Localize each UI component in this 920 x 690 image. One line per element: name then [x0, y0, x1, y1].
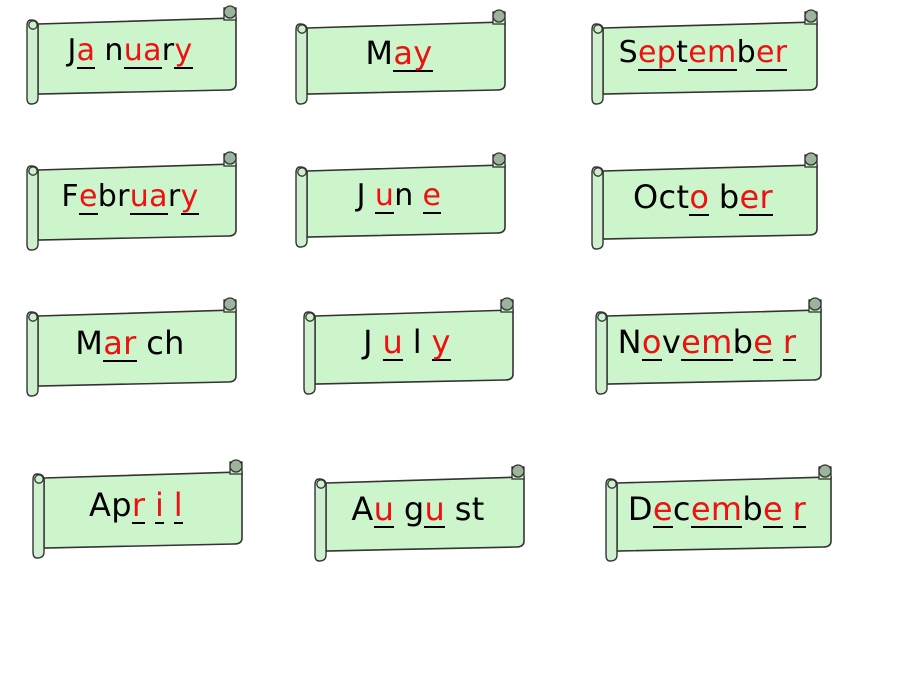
scroll-shape	[591, 9, 818, 105]
scroll-roll-left	[32, 473, 45, 559]
banner-sheet	[37, 17, 237, 95]
banner-sheet	[602, 164, 818, 240]
scroll-curl-left-icon	[297, 24, 307, 34]
scroll-roll-left	[26, 311, 39, 397]
scroll-shape	[295, 9, 506, 105]
scroll-banner-july[interactable]: J u l y	[301, 297, 514, 395]
scroll-knob-right-icon	[500, 297, 514, 311]
scroll-shape	[26, 297, 237, 397]
scroll-roll-left	[295, 166, 308, 248]
banner-sheet	[43, 471, 243, 549]
scroll-curl-left-icon	[607, 479, 617, 489]
scroll-knob-right-icon	[511, 464, 525, 478]
scroll-banner-may[interactable]: May	[293, 9, 506, 105]
scroll-knob-right-icon	[818, 464, 832, 478]
scroll-knob-right-icon	[804, 152, 818, 166]
scroll-shape	[591, 152, 818, 250]
scroll-knob-right-icon	[808, 297, 822, 311]
banner-sheet	[602, 21, 818, 95]
banner-sheet	[37, 163, 237, 241]
banner-sheet	[606, 309, 822, 385]
scroll-curl-left-icon	[593, 24, 603, 34]
banner-sheet	[306, 21, 506, 95]
banner-sheet	[314, 309, 514, 385]
scroll-roll-left	[591, 23, 604, 105]
scroll-roll-left	[26, 165, 39, 251]
scroll-shape	[295, 152, 506, 248]
months-board: Ja nuary February Mar ch Apr i l May J un e J …	[0, 0, 920, 690]
banner-sheet	[325, 476, 525, 552]
scroll-roll-left	[605, 478, 618, 562]
scroll-banner-april[interactable]: Apr i l	[30, 459, 243, 559]
scroll-roll-left	[303, 311, 316, 395]
scroll-knob-right-icon	[223, 297, 237, 311]
scroll-banner-june[interactable]: J un e	[293, 152, 506, 248]
scroll-curl-left-icon	[28, 20, 38, 30]
scroll-curl-left-icon	[28, 312, 38, 322]
scroll-banner-february[interactable]: February	[24, 151, 237, 251]
scroll-banner-december[interactable]: Decembe r	[603, 464, 832, 562]
scroll-shape	[32, 459, 243, 559]
scroll-banner-august[interactable]: Au gu st	[312, 464, 525, 562]
banner-sheet	[306, 164, 506, 238]
scroll-banner-september[interactable]: September	[589, 9, 818, 105]
scroll-roll-left	[295, 23, 308, 105]
scroll-knob-right-icon	[223, 5, 237, 19]
scroll-shape	[26, 151, 237, 251]
scroll-curl-left-icon	[28, 166, 38, 176]
scroll-knob-right-icon	[223, 151, 237, 165]
scroll-shape	[595, 297, 822, 395]
scroll-banner-january[interactable]: Ja nuary	[24, 5, 237, 105]
scroll-shape	[314, 464, 525, 562]
scroll-banner-october[interactable]: Octo ber	[589, 152, 818, 250]
scroll-roll-left	[314, 478, 327, 562]
banner-sheet	[37, 309, 237, 387]
scroll-roll-left	[591, 166, 604, 250]
scroll-curl-left-icon	[593, 167, 603, 177]
scroll-knob-right-icon	[492, 9, 506, 23]
banner-sheet	[616, 476, 832, 552]
scroll-knob-right-icon	[229, 459, 243, 473]
scroll-curl-left-icon	[34, 474, 44, 484]
scroll-curl-left-icon	[297, 167, 307, 177]
scroll-banner-march[interactable]: Mar ch	[24, 297, 237, 397]
scroll-knob-right-icon	[492, 152, 506, 166]
scroll-curl-left-icon	[316, 479, 326, 489]
scroll-shape	[303, 297, 514, 395]
scroll-banner-november[interactable]: Novembe r	[593, 297, 822, 395]
scroll-shape	[26, 5, 237, 105]
scroll-knob-right-icon	[804, 9, 818, 23]
scroll-roll-left	[26, 19, 39, 105]
scroll-curl-left-icon	[597, 312, 607, 322]
scroll-curl-left-icon	[305, 312, 315, 322]
scroll-shape	[605, 464, 832, 562]
scroll-roll-left	[595, 311, 608, 395]
